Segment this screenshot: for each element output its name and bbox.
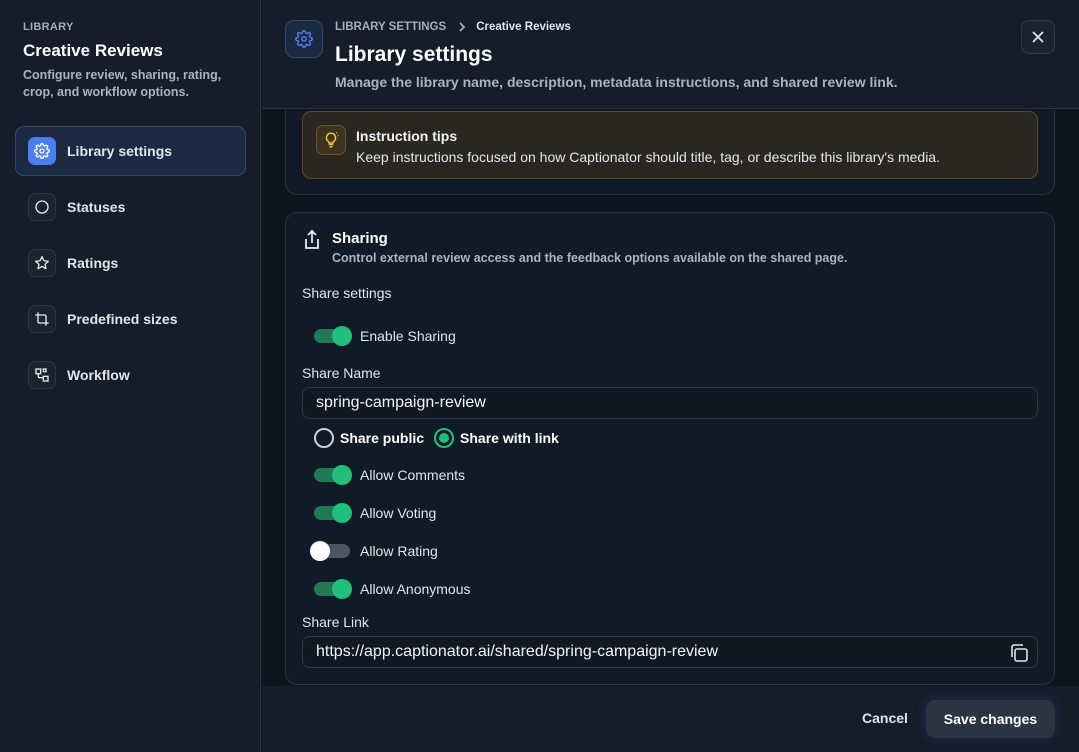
share-link-field[interactable]: https://app.captionator.ai/shared/spring… [302, 636, 1038, 668]
allow-voting-row: Allow Voting [314, 501, 436, 525]
workflow-icon [28, 361, 56, 389]
allow-comments-toggle[interactable] [314, 465, 352, 485]
sharing-description: Control external review access and the f… [332, 251, 848, 265]
breadcrumb-current: Creative Reviews [476, 21, 571, 33]
close-icon [1032, 31, 1044, 43]
share-link-value: https://app.captionator.ai/shared/spring… [316, 643, 718, 660]
close-button[interactable] [1021, 20, 1055, 54]
share-name-value: spring-campaign-review [316, 394, 486, 411]
lightbulb-icon [316, 125, 346, 155]
toggle-label: Allow Comments [360, 467, 466, 483]
allow-comments-row: Allow Comments [314, 463, 465, 487]
share-mode-radio-group: Share public Share with link [314, 428, 569, 448]
toggle-label: Allow Rating [360, 543, 438, 559]
sidebar-item-ratings[interactable]: Ratings [15, 238, 246, 288]
page-description: Manage the library name, description, me… [335, 74, 898, 90]
radio-label: Share public [340, 430, 425, 446]
tips-title: Instruction tips [356, 128, 458, 144]
sidebar-item-statuses[interactable]: Statuses [15, 182, 246, 232]
cancel-button[interactable]: Cancel [862, 710, 908, 726]
crop-icon [28, 305, 56, 333]
breadcrumb: LIBRARY SETTINGS Creative Reviews [335, 21, 571, 33]
sidebar-item-workflow[interactable]: Workflow [15, 350, 246, 400]
sidebar-eyebrow: LIBRARY [23, 21, 74, 33]
allow-voting-toggle[interactable] [314, 503, 352, 523]
sidebar-item-label: Statuses [67, 199, 126, 215]
allow-rating-toggle[interactable] [310, 541, 350, 561]
allow-anonymous-row: Allow Anonymous [314, 577, 471, 601]
enable-sharing-row: Enable Sharing [314, 324, 456, 348]
sidebar-item-library-settings[interactable]: Library settings [15, 126, 246, 176]
sharing-title: Sharing [332, 230, 388, 247]
share-settings-label: Share settings [302, 285, 392, 301]
share-name-input[interactable]: spring-campaign-review [302, 387, 1038, 419]
toggle-label: Allow Voting [360, 505, 437, 521]
share-link-label: Share Link [302, 614, 369, 630]
toggle-label: Allow Anonymous [360, 581, 471, 597]
share-name-label: Share Name [302, 365, 381, 381]
settings-nav: Library settings Statuses Ratings Predef… [15, 126, 246, 406]
enable-sharing-label: Enable Sharing [360, 328, 456, 344]
settings-gear-icon [285, 20, 323, 58]
share-public-radio[interactable]: Share public [314, 428, 424, 448]
radio-circle [314, 428, 334, 448]
allow-anonymous-toggle[interactable] [314, 579, 352, 599]
radio-circle [434, 428, 455, 448]
star-icon [28, 249, 56, 277]
share-icon [305, 229, 319, 249]
sidebar: LIBRARY Creative Reviews Configure revie… [0, 0, 261, 752]
chevron-right-icon [458, 22, 466, 32]
gear-icon [28, 137, 56, 165]
sidebar-item-label: Ratings [67, 255, 119, 271]
page-title: Library settings [335, 43, 493, 66]
sidebar-item-label: Library settings [67, 143, 173, 159]
tips-text: Keep instructions focused on how Caption… [356, 149, 940, 165]
breadcrumb-item[interactable]: LIBRARY SETTINGS [335, 21, 446, 33]
allow-rating-row: Allow Rating [310, 539, 438, 563]
sidebar-item-label: Predefined sizes [67, 311, 178, 327]
library-description: Configure review, sharing, rating, crop,… [23, 68, 222, 99]
dialog-header: LIBRARY SETTINGS Creative Reviews Librar… [262, 0, 1079, 109]
circle-icon [28, 193, 56, 221]
sharing-card [285, 212, 1055, 685]
instruction-tips: Instruction tips Keep instructions focus… [302, 111, 1038, 179]
sidebar-item-predefined-sizes[interactable]: Predefined sizes [15, 294, 246, 344]
dialog-footer: Cancel Save changes [262, 686, 1079, 752]
copy-icon[interactable] [1009, 643, 1029, 663]
sidebar-item-label: Workflow [67, 367, 130, 383]
radio-label: Share with link [460, 430, 559, 446]
settings-content[interactable]: Instruction tips Keep instructions focus… [262, 110, 1079, 686]
share-with-link-radio[interactable]: Share with link [434, 428, 559, 448]
enable-sharing-toggle[interactable] [314, 326, 352, 346]
save-changes-button[interactable]: Save changes [926, 700, 1055, 738]
library-title: Creative Reviews [23, 41, 163, 60]
